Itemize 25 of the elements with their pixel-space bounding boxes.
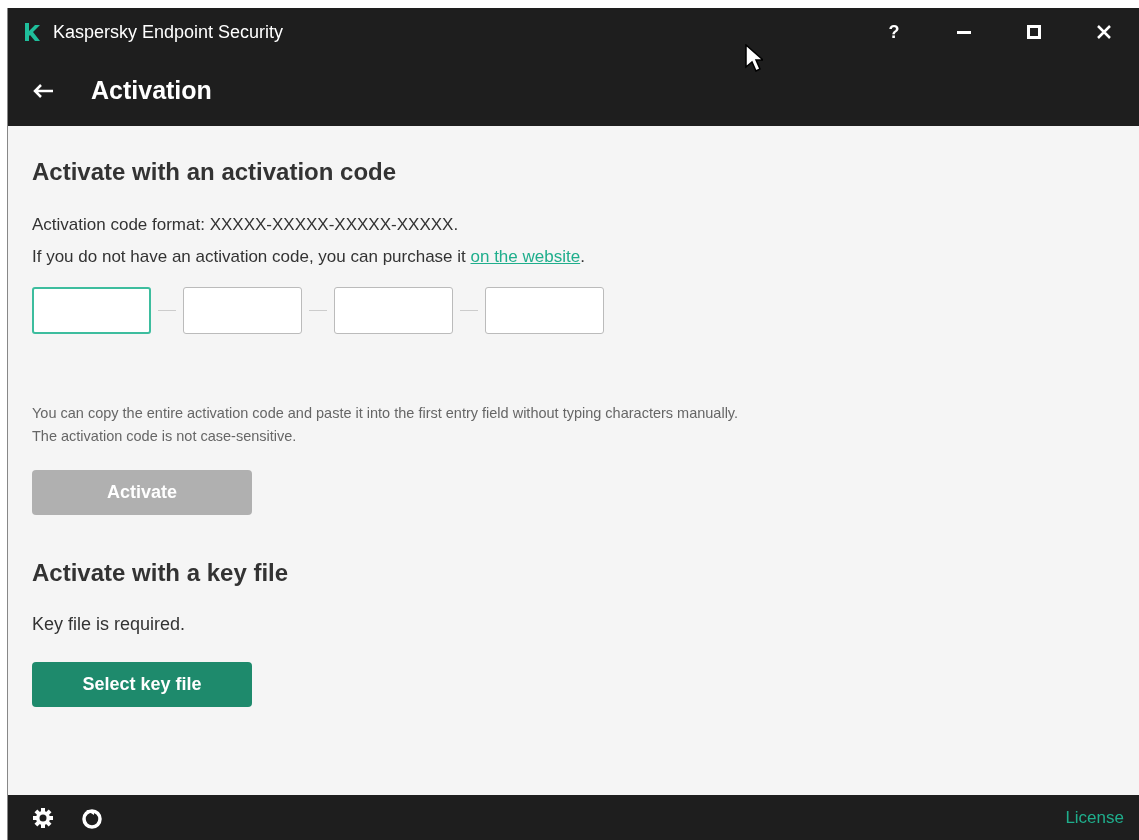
hint-text: The activation code is not case-sensitive. [32,427,298,446]
support-icon[interactable] [81,806,103,829]
code-input-field[interactable] [334,287,453,334]
code-input-field[interactable] [183,287,302,334]
section-heading: Activate with a key file [32,558,290,588]
section-heading: Activate with an activation code [32,157,398,187]
hint-text: You can copy the entire activation code and paste it into the first entry field without typing characters manually. [32,404,740,423]
minimize-icon [957,30,971,34]
code-input-field[interactable] [485,287,604,334]
kaspersky-logo-icon [23,22,41,42]
settings-icon[interactable] [32,806,54,829]
website-link[interactable]: on the website [470,246,581,266]
note-text: Key file is required. [32,613,187,636]
purchase-text: If you do not have an activation code, you can purchase it on the website. [32,245,586,268]
select-key-file-button[interactable]: Select key file [32,662,252,707]
mouse-pointer-icon [745,44,763,72]
help-button[interactable]: ? [859,8,929,56]
maximize-icon [1027,25,1041,39]
close-icon [1097,25,1111,39]
window-title: Kaspersky Endpoint Security [53,20,284,44]
format-text: Activation code format: XXXXX-XXXXX-XXXXX-XXXXX. [32,214,460,236]
page-title: Activation [91,75,212,107]
code-input-field[interactable] [32,287,151,334]
back-arrow-icon [32,83,54,99]
license-link[interactable]: License [1065,804,1124,831]
